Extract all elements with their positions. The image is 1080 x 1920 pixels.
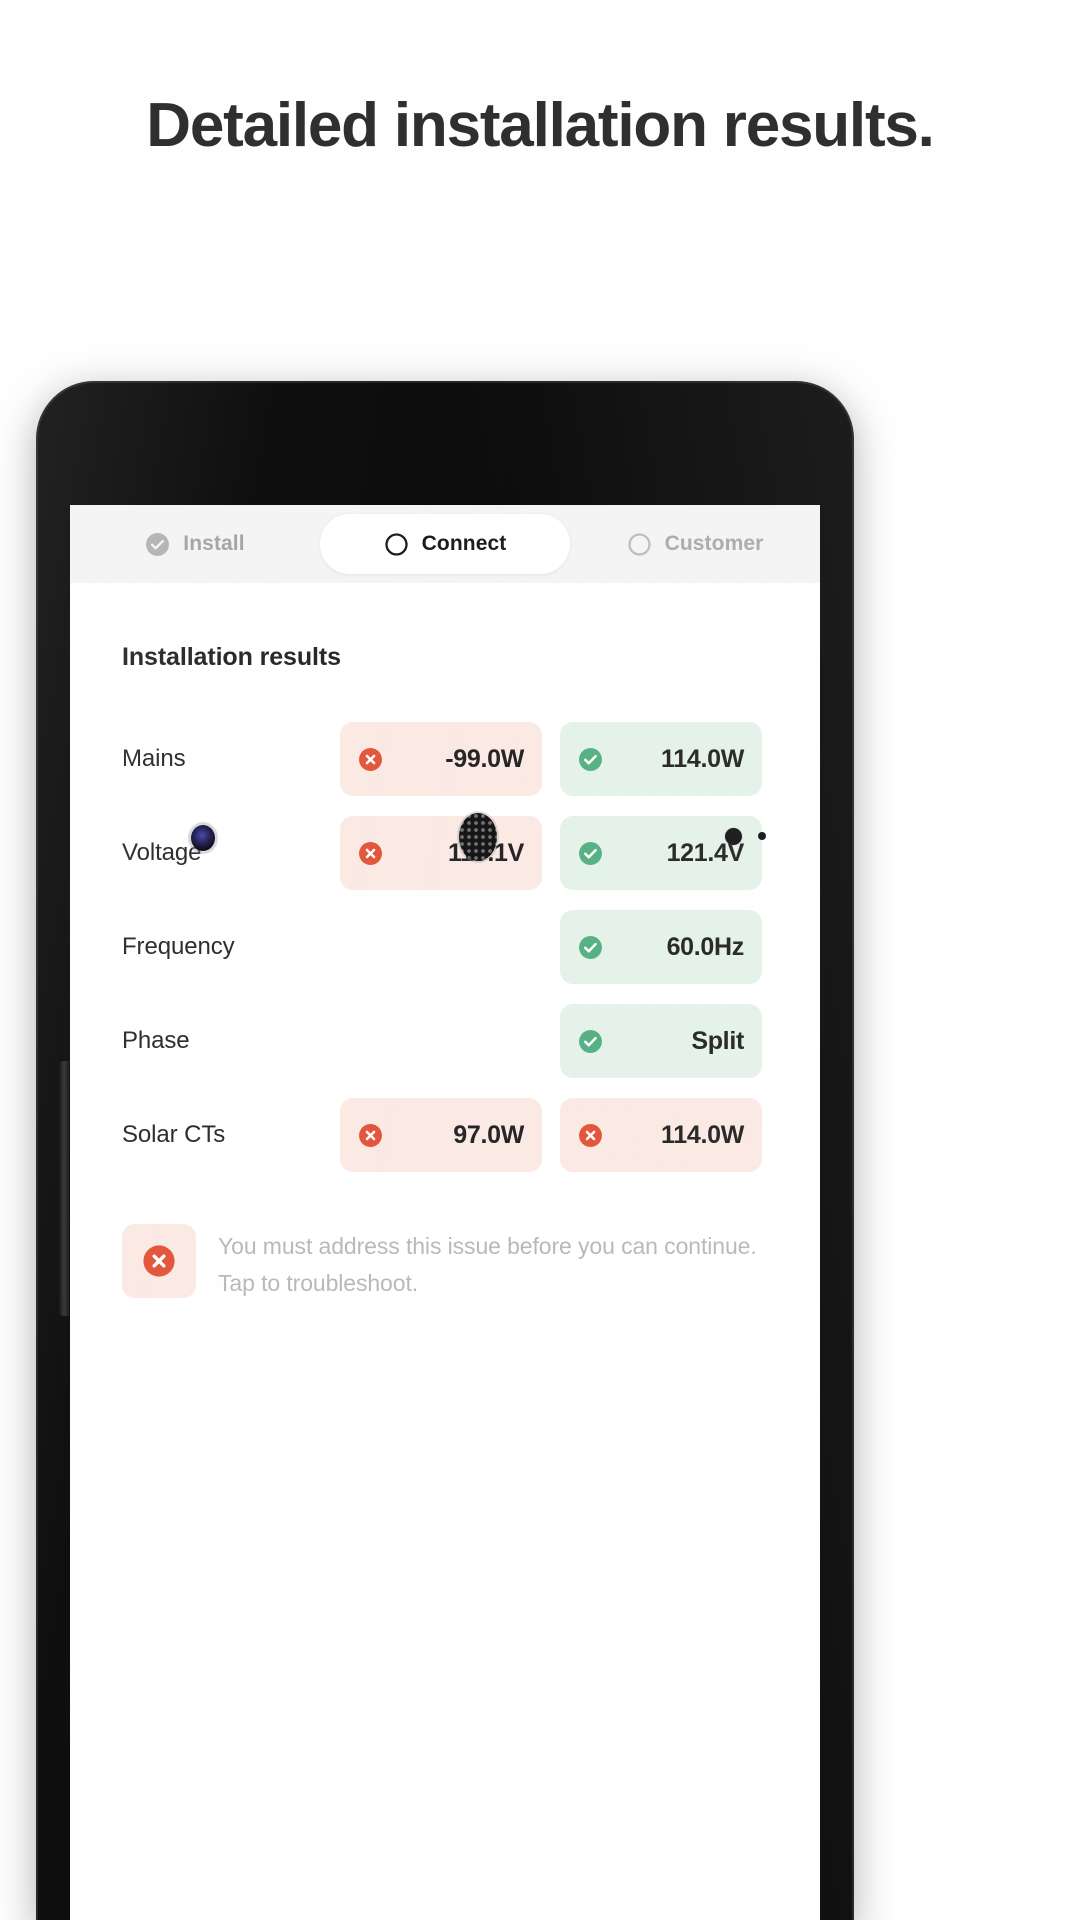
row-cells: -99.0W 114.0W	[340, 722, 768, 796]
status-chip-empty	[340, 910, 542, 984]
earpiece-speaker-icon	[459, 813, 497, 861]
status-chip-empty	[340, 1004, 542, 1078]
row-label: Mains	[122, 745, 186, 772]
table-row: Solar CTs 97.0W 114.0W	[122, 1094, 768, 1176]
results-table: Mains -99.0W 114.0W Voltage 121.4V Frequ…	[122, 718, 768, 1176]
volume-button[interactable]	[58, 1061, 69, 1316]
table-row: Voltage 110.1V	[122, 812, 768, 894]
screen-content: Installation results Mains -99.0W 114.0W…	[70, 643, 820, 1303]
status-chip-success[interactable]: 114.0W	[560, 722, 762, 796]
result-cell-empty	[340, 1004, 542, 1078]
status-chip-error[interactable]: 110.1V	[340, 816, 542, 890]
row-cells: 110.1V 121.4V	[340, 816, 768, 890]
tab-install-label: Install	[183, 532, 245, 555]
result-value: Split	[691, 1026, 744, 1055]
check-circle-icon	[579, 1029, 602, 1053]
result-value: 97.0W	[453, 1120, 524, 1149]
tab-customer[interactable]: Customer	[570, 514, 820, 574]
tab-customer-label: Customer	[664, 532, 764, 555]
result-cell[interactable]: 114.0W	[560, 722, 762, 796]
front-camera-icon	[191, 825, 215, 851]
result-value: 121.4V	[666, 838, 745, 867]
note-text: You must address this issue before you c…	[218, 1233, 757, 1297]
row-label: Solar CTs	[122, 1121, 226, 1148]
status-chip-success[interactable]: 60.0Hz	[560, 910, 762, 984]
x-circle-icon	[359, 841, 382, 865]
phone-screen: Install Connect Customer Installation re…	[70, 505, 820, 1920]
result-cell[interactable]: 97.0W	[340, 1098, 542, 1172]
row-cells: 97.0W 114.0W	[340, 1098, 768, 1172]
check-circle-icon	[579, 841, 602, 865]
x-circle-icon	[359, 747, 382, 771]
status-chip-error[interactable]: 97.0W	[340, 1098, 542, 1172]
light-sensor-icon	[758, 832, 766, 840]
x-circle-icon	[143, 1245, 175, 1277]
table-row: Mains -99.0W 114.0W	[122, 718, 768, 800]
row-label: Voltage	[122, 839, 202, 866]
troubleshoot-note[interactable]: You must address this issue before you c…	[122, 1224, 768, 1303]
status-chip-success[interactable]: Split	[560, 1004, 762, 1078]
page-title: Detailed installation results.	[146, 91, 935, 160]
section-title: Installation results	[122, 643, 341, 671]
marketing-screenshot: Detailed installation results. Install C…	[0, 0, 1080, 1920]
check-circle-icon	[579, 935, 602, 959]
circle-outline-icon	[384, 532, 408, 556]
result-value: -99.0W	[445, 744, 524, 773]
phone-mockup: Install Connect Customer Installation re…	[36, 381, 854, 1920]
check-circle-icon	[579, 747, 602, 771]
result-value: 114.0W	[661, 1120, 744, 1149]
result-cell[interactable]: 60.0Hz	[560, 910, 762, 984]
proximity-sensor-icon	[725, 828, 742, 845]
row-cells: 60.0Hz	[340, 910, 768, 984]
tab-connect[interactable]: Connect	[320, 514, 570, 574]
table-row: Frequency 60.0Hz	[122, 906, 768, 988]
check-circle-filled-icon	[146, 532, 170, 556]
row-label: Phase	[122, 1027, 190, 1054]
result-value: 110.1V	[393, 839, 524, 868]
tab-bar: Install Connect Customer	[70, 505, 820, 583]
note-badge	[122, 1224, 196, 1298]
status-chip-error[interactable]: 114.0W	[560, 1098, 762, 1172]
row-label: Frequency	[122, 933, 235, 960]
status-chip-error[interactable]: -99.0W	[340, 722, 542, 796]
result-cell[interactable]: 114.0W	[560, 1098, 762, 1172]
result-value: 114.0W	[661, 744, 744, 773]
row-cells: Split	[340, 1004, 768, 1078]
result-cell-empty	[340, 910, 542, 984]
x-circle-icon	[359, 1123, 382, 1147]
result-value: 60.0Hz	[666, 932, 745, 961]
result-cell[interactable]: -99.0W	[340, 722, 542, 796]
tab-install[interactable]: Install	[70, 514, 320, 574]
x-circle-icon	[579, 1123, 602, 1147]
result-cell[interactable]: Split	[560, 1004, 762, 1078]
result-cell[interactable]: 110.1V	[340, 816, 542, 890]
table-row: Phase Split	[122, 1000, 768, 1082]
tab-connect-label: Connect	[421, 532, 507, 555]
circle-outline-icon	[627, 532, 651, 556]
